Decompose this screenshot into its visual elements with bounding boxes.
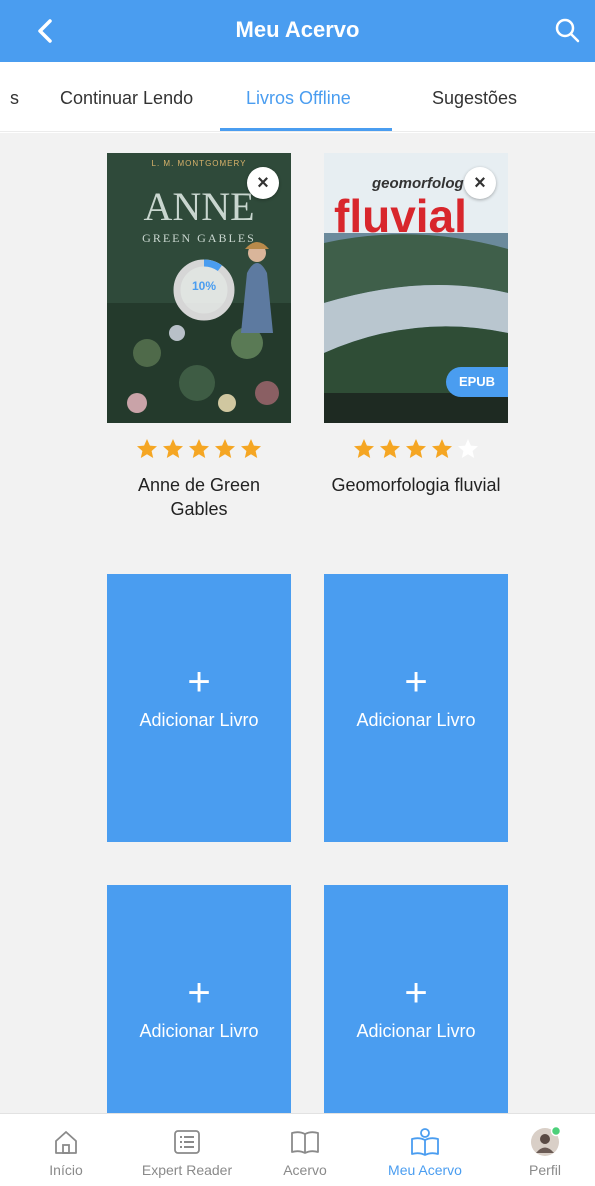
- plus-icon: +: [187, 971, 211, 1015]
- reading-progress: 10%: [191, 279, 217, 293]
- active-tab-indicator: [220, 128, 392, 131]
- tab-partial[interactable]: s: [10, 88, 19, 109]
- star-filled-icon: [189, 439, 209, 458]
- star-rating: [107, 437, 291, 463]
- avatar-icon: [531, 1126, 561, 1156]
- book-grid: L. M. MONTGOMERY ANNE GREEN GABLES 10% ×…: [0, 133, 595, 1113]
- book-title[interactable]: Anne de Green Gables: [107, 473, 291, 521]
- nav-label: Meu Acervo: [388, 1162, 462, 1178]
- nav-label: Perfil: [529, 1162, 561, 1178]
- book-card: L. M. MONTGOMERY ANNE GREEN GABLES 10% ×…: [107, 153, 291, 521]
- format-badge: EPUB: [446, 367, 508, 397]
- tab-bar: s Continuar Lendo Livros Offline Sugestõ…: [0, 62, 595, 132]
- tab-sugestoes[interactable]: Sugestões: [432, 88, 517, 109]
- nav-label: Expert Reader: [141, 1162, 233, 1178]
- star-filled-icon: [432, 439, 452, 458]
- star-rating: [324, 437, 508, 463]
- nav-item-perfil[interactable]: Perfil: [500, 1114, 590, 1186]
- tab-livros-offline[interactable]: Livros Offline: [246, 88, 351, 109]
- book-cover[interactable]: geomorfolog fluvial EPUB ×: [324, 153, 508, 423]
- book-title[interactable]: Geomorfologia fluvial: [324, 473, 508, 497]
- cover-subtitle: GREEN GABLES: [142, 231, 256, 245]
- add-book-card[interactable]: + Adicionar Livro: [107, 885, 291, 1113]
- add-book-card[interactable]: + Adicionar Livro: [324, 885, 508, 1113]
- star-filled-icon: [163, 439, 183, 458]
- nav-item-expert-reader[interactable]: Expert Reader: [122, 1114, 252, 1186]
- remove-book-button[interactable]: ×: [464, 167, 496, 199]
- tab-continuar-lendo[interactable]: Continuar Lendo: [60, 88, 193, 109]
- page-title: Meu Acervo: [235, 17, 360, 42]
- nav-label: Acervo: [283, 1162, 327, 1178]
- add-book-label: Adicionar Livro: [139, 1021, 259, 1041]
- add-book-label: Adicionar Livro: [139, 710, 259, 730]
- book-card: geomorfolog fluvial EPUB × Geomorfologia…: [324, 153, 508, 497]
- nav-item-inicio[interactable]: Início: [20, 1114, 112, 1186]
- add-book-card[interactable]: + Adicionar Livro: [324, 574, 508, 842]
- nav-label: Início: [49, 1162, 83, 1178]
- nav-item-acervo[interactable]: Acervo: [260, 1114, 350, 1186]
- star-filled-icon: [406, 439, 426, 458]
- search-icon[interactable]: [553, 16, 583, 46]
- nav-item-meu-acervo[interactable]: Meu Acervo: [360, 1114, 490, 1186]
- add-book-label: Adicionar Livro: [356, 710, 476, 730]
- remove-book-button[interactable]: ×: [247, 167, 279, 199]
- plus-icon: +: [187, 660, 211, 704]
- app-header: Meu Acervo: [0, 0, 595, 62]
- cover-title: fluvial: [334, 190, 467, 242]
- bottom-navigation: Início Expert Reader Acervo Meu Acervo P…: [0, 1113, 595, 1186]
- add-book-card[interactable]: + Adicionar Livro: [107, 574, 291, 842]
- home-icon: [55, 1131, 77, 1154]
- star-filled-icon: [380, 439, 400, 458]
- star-filled-icon: [241, 439, 261, 458]
- plus-icon: +: [404, 971, 428, 1015]
- star-filled-icon: [215, 439, 235, 458]
- add-book-label: Adicionar Livro: [356, 1021, 476, 1041]
- reader-icon: [411, 1128, 439, 1156]
- star-filled-icon: [354, 439, 374, 458]
- book-cover[interactable]: L. M. MONTGOMERY ANNE GREEN GABLES 10% ×: [107, 153, 291, 423]
- plus-icon: +: [404, 660, 428, 704]
- star-filled-icon: [137, 439, 157, 458]
- list-icon: [174, 1130, 200, 1154]
- star-empty-icon: [458, 439, 478, 458]
- open-book-icon: [291, 1131, 319, 1154]
